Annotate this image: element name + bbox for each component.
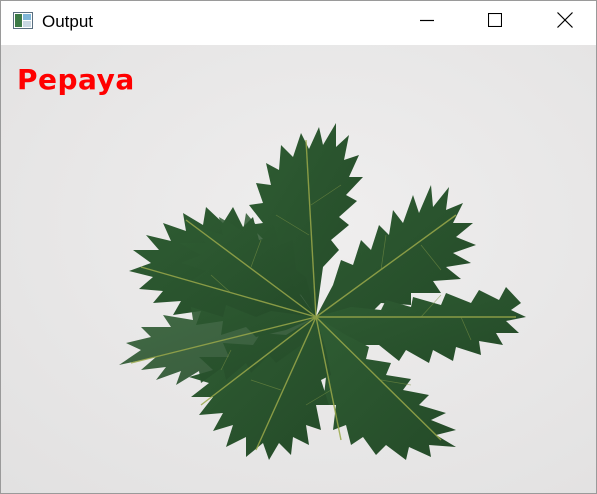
image-canvas: Pepaya bbox=[1, 45, 596, 493]
minimize-icon bbox=[420, 13, 434, 32]
maximize-button[interactable] bbox=[472, 1, 518, 44]
close-button[interactable] bbox=[542, 1, 588, 44]
maximize-icon bbox=[487, 12, 503, 32]
output-window: Output Pepaya bbox=[0, 0, 597, 494]
minimize-button[interactable] bbox=[404, 1, 450, 44]
classification-label: Pepaya bbox=[17, 63, 135, 96]
close-icon bbox=[557, 12, 573, 33]
window-title: Output bbox=[42, 12, 94, 31]
app-icon bbox=[13, 12, 33, 29]
title-bar[interactable]: Output bbox=[1, 1, 596, 44]
leaf-photo bbox=[1, 45, 596, 493]
